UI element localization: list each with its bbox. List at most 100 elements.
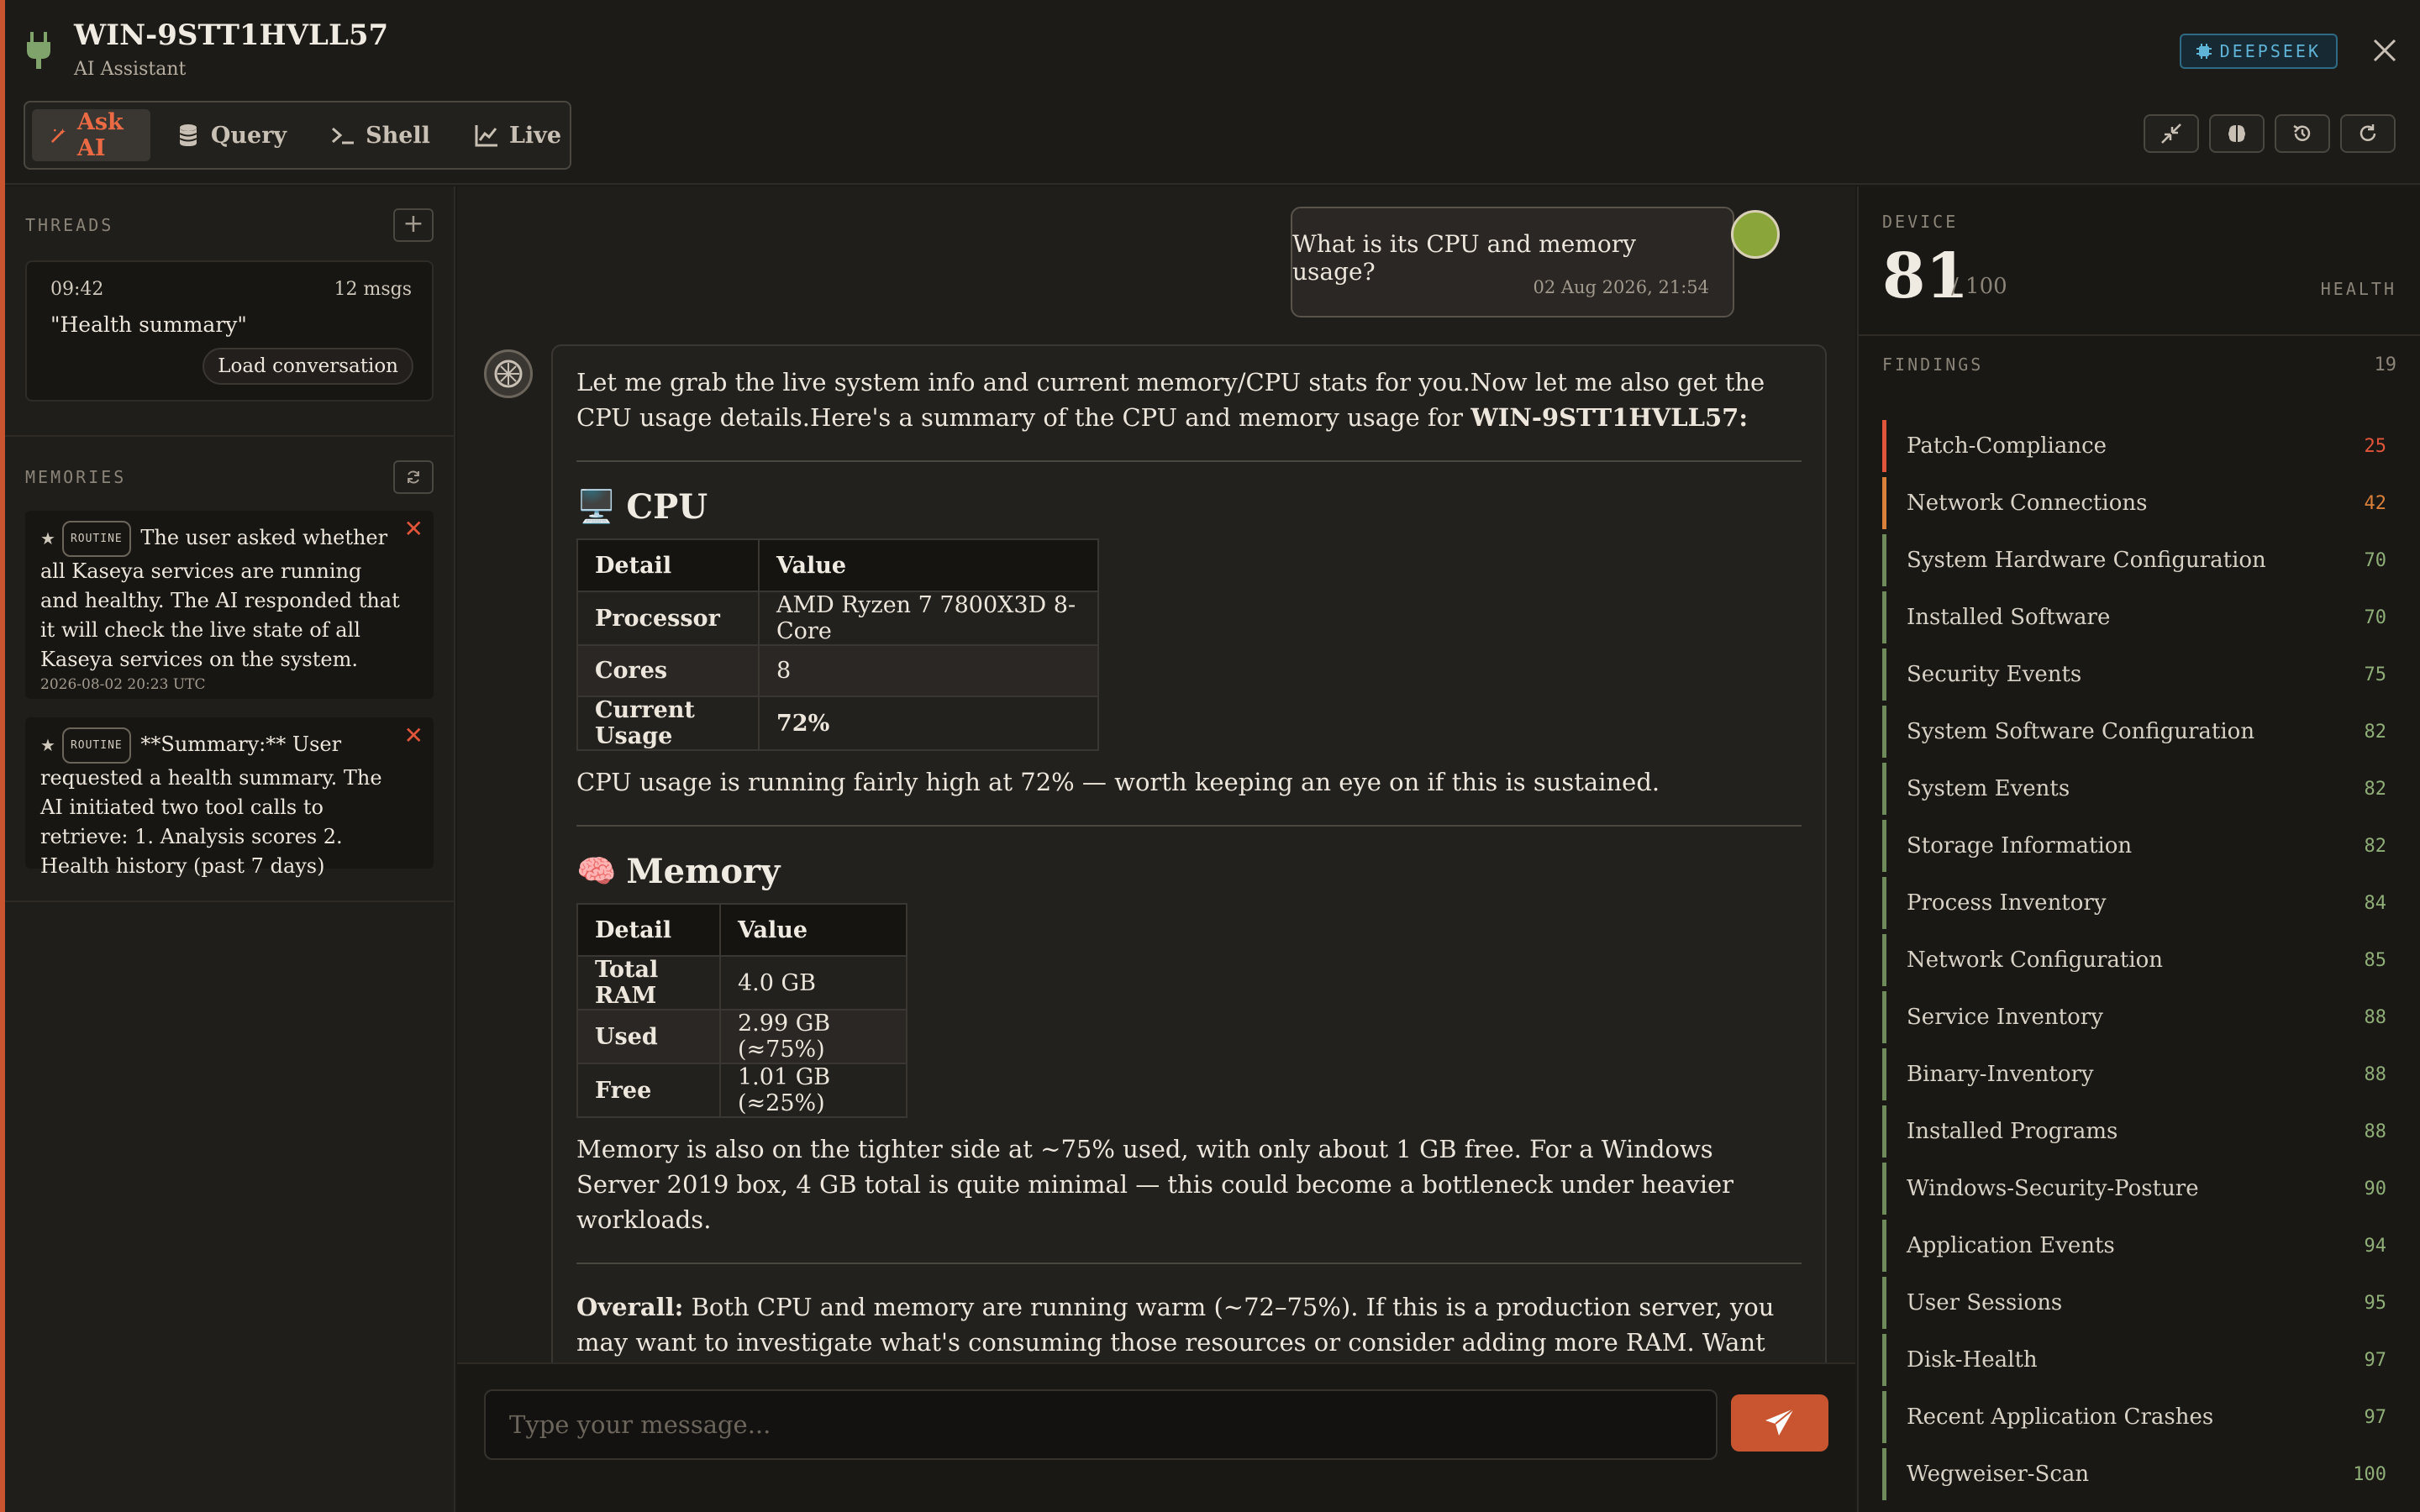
plug-icon xyxy=(27,32,50,69)
thread-title: "Health summary" xyxy=(50,312,247,337)
divider xyxy=(1859,334,2420,336)
new-thread-button[interactable]: + xyxy=(393,208,434,242)
tab-query[interactable]: Query xyxy=(157,109,305,161)
database-icon xyxy=(179,124,197,146)
finding-item[interactable]: Disk-Health 97 xyxy=(1882,1334,2398,1386)
star-icon: ★ xyxy=(40,528,55,549)
memory-date: 2026-08-02 20:23 UTC xyxy=(40,676,206,693)
finding-score: 75 xyxy=(2364,664,2387,685)
column-header: Value xyxy=(758,538,1099,592)
chat-area: What is its CPU and memory usage? 02 Aug… xyxy=(457,186,1855,1362)
thread-item[interactable]: 09:42 12 msgs "Health summary" Load conv… xyxy=(25,260,434,402)
finding-item[interactable]: System Software Configuration 82 xyxy=(1882,706,2398,758)
finding-item[interactable]: Application Events 94 xyxy=(1882,1220,2398,1272)
history-icon xyxy=(2293,124,2311,141)
tab-live-label: Live xyxy=(508,122,562,149)
memory-heading: 🧠 Memory xyxy=(576,852,781,891)
refresh-memories-button[interactable] xyxy=(393,460,434,494)
finding-name: Wegweiser-Scan xyxy=(1907,1462,2090,1487)
finding-item[interactable]: Service Inventory 88 xyxy=(1882,991,2398,1043)
terminal-icon xyxy=(332,127,355,144)
magic-wand-icon xyxy=(51,129,66,143)
finding-score: 82 xyxy=(2364,721,2387,743)
memory-table: Detail Value Total RAM 4.0 GB Used 2.99 … xyxy=(576,903,908,1118)
brain-button[interactable] xyxy=(2209,114,2265,153)
collapse-button[interactable] xyxy=(2144,114,2199,153)
refresh-button[interactable] xyxy=(2340,114,2396,153)
memory-item: ★ ROUTINE The user asked whether all Kase… xyxy=(25,511,434,699)
finding-item[interactable]: Network Connections 42 xyxy=(1882,477,2398,529)
close-icon[interactable] xyxy=(2368,34,2402,67)
finding-score: 88 xyxy=(2364,1063,2387,1085)
findings-count: 19 xyxy=(2374,354,2397,375)
finding-score: 97 xyxy=(2364,1406,2387,1428)
threads-heading: THREADS xyxy=(25,215,114,235)
finding-item[interactable]: Patch-Compliance 25 xyxy=(1882,420,2398,472)
table-row: Processor AMD Ryzen 7 7800X3D 8-Core xyxy=(576,591,1099,646)
finding-item[interactable]: Storage Information 82 xyxy=(1882,820,2398,872)
finding-score: 82 xyxy=(2364,778,2387,800)
findings-heading: FINDINGS xyxy=(1882,354,1984,375)
tab-shell-label: Shell xyxy=(366,122,430,149)
finding-name: System Events xyxy=(1907,776,2070,801)
finding-score: 88 xyxy=(2364,1121,2387,1142)
finding-item[interactable]: Recent Application Crashes 97 xyxy=(1882,1391,2398,1443)
finding-item[interactable]: Wegweiser-Scan 100 xyxy=(1882,1448,2398,1500)
finding-score: 88 xyxy=(2364,1006,2387,1028)
cpu-heading: 🖥️ CPU xyxy=(576,487,708,527)
delete-memory-icon[interactable]: ✕ xyxy=(404,724,424,748)
finding-name: Windows-Security-Posture xyxy=(1907,1176,2199,1201)
divider xyxy=(576,825,1802,827)
finding-name: Service Inventory xyxy=(1907,1005,2103,1030)
tab-shell[interactable]: Shell xyxy=(312,109,449,161)
finding-item[interactable]: Process Inventory 84 xyxy=(1882,877,2398,929)
finding-item[interactable]: User Sessions 95 xyxy=(1882,1277,2398,1329)
finding-score: 82 xyxy=(2364,835,2387,857)
finding-item[interactable]: System Events 82 xyxy=(1882,763,2398,815)
device-panel: DEVICE 81 / 100 HEALTH FINDINGS 19 Patch… xyxy=(1857,186,2420,1512)
thread-time: 09:42 xyxy=(50,279,104,300)
provider-badge[interactable]: DEEPSEEK xyxy=(2179,34,2338,69)
tab-ask-ai-label: Ask AI xyxy=(76,109,124,161)
finding-name: System Software Configuration xyxy=(1907,719,2255,744)
finding-score: 100 xyxy=(2353,1463,2386,1485)
finding-item[interactable]: Installed Software 70 xyxy=(1882,591,2398,643)
health-score-max: / 100 xyxy=(1951,274,2007,299)
finding-score: 84 xyxy=(2364,892,2387,914)
history-button[interactable] xyxy=(2275,114,2330,153)
finding-score: 90 xyxy=(2364,1178,2387,1200)
finding-item[interactable]: Windows-Security-Posture 90 xyxy=(1882,1163,2398,1215)
cpu-note: CPU usage is running fairly high at 72% … xyxy=(576,768,1660,796)
host-mention: WIN-9STT1HVLL57 xyxy=(1470,403,1739,432)
send-button[interactable] xyxy=(1731,1394,1828,1452)
tab-ask-ai[interactable]: Ask AI xyxy=(32,109,150,161)
compress-icon xyxy=(2161,123,2181,144)
finding-item[interactable]: Installed Programs 88 xyxy=(1882,1105,2398,1158)
finding-score: 25 xyxy=(2364,435,2387,457)
finding-item[interactable]: Security Events 75 xyxy=(1882,648,2398,701)
finding-name: Network Connections xyxy=(1907,491,2148,516)
user-message-time: 02 Aug 2026, 21:54 xyxy=(1533,277,1709,297)
header: WIN-9STT1HVLL57 AI Assistant Ask AI Quer… xyxy=(5,0,2420,185)
divider xyxy=(5,900,455,902)
delete-memory-icon[interactable]: ✕ xyxy=(404,517,424,541)
table-row: Current Usage 72% xyxy=(576,696,1099,751)
finding-name: Patch-Compliance xyxy=(1907,433,2107,459)
line-chart-icon xyxy=(475,125,497,147)
memory-note: Memory is also on the tighter side at ~7… xyxy=(576,1135,1733,1234)
finding-name: Network Configuration xyxy=(1907,948,2164,973)
message-input[interactable] xyxy=(484,1389,1718,1460)
finding-name: System Hardware Configuration xyxy=(1907,548,2266,573)
finding-item[interactable]: Network Configuration 85 xyxy=(1882,934,2398,986)
finding-item[interactable]: Binary-Inventory 88 xyxy=(1882,1048,2398,1100)
provider-label: DEEPSEEK xyxy=(2219,41,2321,61)
tab-live[interactable]: Live xyxy=(455,109,580,161)
finding-score: 95 xyxy=(2364,1292,2387,1314)
finding-name: User Sessions xyxy=(1907,1290,2063,1315)
finding-item[interactable]: System Hardware Configuration 70 xyxy=(1882,534,2398,586)
table-row: Free 1.01 GB (≈25%) xyxy=(576,1063,908,1118)
divider xyxy=(576,1263,1802,1264)
chip-icon xyxy=(2196,44,2212,59)
finding-name: Process Inventory xyxy=(1907,890,2107,916)
load-conversation-button[interactable]: Load conversation xyxy=(203,348,413,385)
